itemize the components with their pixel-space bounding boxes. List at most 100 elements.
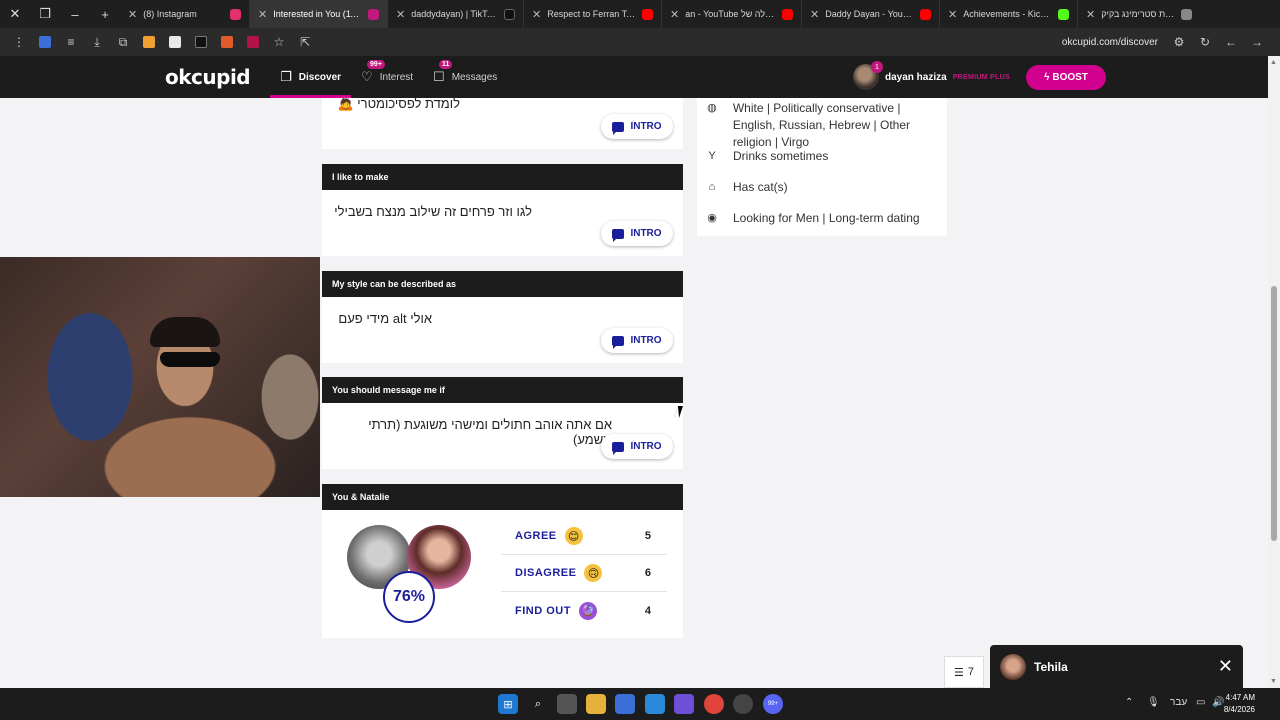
detail-text: Looking for Men | Long-term dating bbox=[733, 211, 920, 225]
close-tab-icon[interactable]: ✕ bbox=[396, 8, 405, 21]
extension-icon[interactable] bbox=[190, 31, 212, 53]
agree-label: AGREE bbox=[515, 530, 557, 542]
browser-tab[interactable]: ✕ Daddy Dayan - YouTube bbox=[802, 0, 940, 28]
download-icon[interactable]: ⤓ bbox=[86, 31, 108, 53]
extension-icon[interactable] bbox=[164, 31, 186, 53]
address-bar[interactable]: okcupid.com/discover bbox=[1062, 37, 1158, 48]
extension-icon[interactable] bbox=[34, 31, 56, 53]
nav-label: Interest bbox=[379, 71, 414, 83]
obs-icon[interactable] bbox=[733, 694, 753, 714]
minimize-icon[interactable]: – bbox=[60, 0, 90, 28]
browser-tab[interactable]: ✕ התחלת סטרימינג בקיק bbox=[1078, 0, 1200, 28]
disagree-label: DISAGREE bbox=[515, 567, 577, 579]
chat-window-header[interactable]: Tehila ✕ bbox=[990, 645, 1243, 688]
close-tab-icon[interactable]: ✕ bbox=[532, 8, 541, 21]
user-profile-menu[interactable]: 1 dayan haziza PREMIUM PLUS bbox=[853, 61, 1010, 90]
find-out-row[interactable]: FIND OUT 🔮 4 bbox=[501, 592, 667, 629]
close-tab-icon[interactable]: ✕ bbox=[1086, 8, 1095, 21]
tray-chevron-icon[interactable]: ⌃ bbox=[1125, 697, 1133, 708]
network-icon[interactable]: ▭ bbox=[1196, 697, 1205, 708]
disagree-row[interactable]: DISAGREE 🙃 6 bbox=[501, 555, 667, 592]
browser-tab[interactable]: ✕ daddydayan) | TikTok(65) bbox=[388, 0, 524, 28]
back-icon[interactable]: ← bbox=[1220, 31, 1242, 53]
photos-icon[interactable] bbox=[645, 694, 665, 714]
scroll-thumb[interactable] bbox=[1271, 286, 1277, 541]
avatar[interactable]: 1 bbox=[853, 61, 883, 90]
browser-tab[interactable]: ✕ Respect to Ferran Torres bbox=[524, 0, 662, 28]
close-tab-icon[interactable]: ✕ bbox=[128, 8, 137, 21]
youtube-icon bbox=[642, 8, 653, 20]
menu-icon[interactable]: ⋮ bbox=[8, 31, 30, 53]
close-icon[interactable]: ✕ bbox=[1218, 656, 1233, 677]
close-tab-icon[interactable]: ✕ bbox=[258, 8, 267, 21]
nav-label: Messages bbox=[451, 71, 498, 83]
playlist-icon[interactable]: ≡ bbox=[60, 31, 82, 53]
layers-icon: ❐ bbox=[280, 69, 292, 84]
restore-icon[interactable]: ❐ bbox=[30, 0, 60, 28]
eye-icon: ◉ bbox=[707, 212, 717, 224]
forward-icon[interactable]: → bbox=[1246, 31, 1268, 53]
discord-icon[interactable]: 99+ bbox=[763, 694, 783, 714]
puzzle-icon[interactable]: ⧉ bbox=[112, 31, 134, 53]
extension-icon[interactable] bbox=[242, 31, 264, 53]
start-icon[interactable]: ⊞ bbox=[498, 694, 518, 714]
page-scrollbar[interactable]: ▲ ▼ bbox=[1268, 56, 1280, 688]
intro-button[interactable]: INTRO bbox=[601, 114, 673, 139]
bookmark-star-icon[interactable]: ☆ bbox=[268, 31, 290, 53]
microphone-icon[interactable]: 🎙 bbox=[1147, 697, 1160, 708]
heart-icon: ♡ 99+ bbox=[361, 60, 385, 85]
intro-button[interactable]: INTRO bbox=[601, 434, 673, 459]
intro-button[interactable]: INTRO bbox=[601, 328, 673, 353]
app-icon[interactable] bbox=[674, 694, 694, 714]
interest-badge: 99+ bbox=[367, 60, 385, 69]
essay-text: אם אתה אוהב חתולים ומישהי משוגעת (תרתי מ… bbox=[368, 417, 612, 447]
browser-tab[interactable]: ✕ Achievements - Kick Dash bbox=[940, 0, 1078, 28]
premium-badge: PREMIUM PLUS bbox=[952, 73, 1010, 81]
browser-tab-active[interactable]: ✕ Interested in You (112) | O bbox=[250, 0, 388, 28]
match-card: You & Natalie 76% AGREE 😊 5 DISAGREE 🙃 6… bbox=[322, 484, 683, 638]
extension-icon[interactable] bbox=[138, 31, 160, 53]
disagree-count: 6 bbox=[644, 567, 651, 579]
tab-title: (8) Instagram bbox=[143, 9, 197, 19]
system-clock[interactable]: 4:47 AM 8/4/2026 bbox=[1224, 692, 1255, 716]
site-settings-icon[interactable]: ⚙ bbox=[1168, 31, 1190, 53]
nav-discover[interactable]: ❐ Discover bbox=[270, 56, 351, 98]
extension-icon[interactable] bbox=[216, 31, 238, 53]
avatar[interactable] bbox=[1000, 653, 1026, 680]
find-out-label: FIND OUT bbox=[515, 604, 571, 617]
task-view-icon[interactable] bbox=[557, 694, 577, 714]
store-icon[interactable] bbox=[615, 694, 635, 714]
browser-tab[interactable]: ✕ (8) Instagram bbox=[120, 0, 250, 28]
find-out-count: 4 bbox=[644, 604, 651, 617]
language-indicator[interactable]: עבר bbox=[1170, 697, 1187, 708]
crystal-ball-icon: 🔮 bbox=[578, 601, 597, 620]
new-tab-icon[interactable]: + bbox=[90, 0, 120, 28]
boost-button[interactable]: ϟ BOOST bbox=[1026, 65, 1106, 90]
close-tab-icon[interactable]: ✕ bbox=[948, 8, 957, 21]
browser-tab[interactable]: ✕ an - YouTube הקהילה של bbox=[662, 0, 802, 28]
tiktok-icon bbox=[504, 8, 515, 20]
nav-interest[interactable]: ♡ 99+ Interest bbox=[351, 56, 423, 98]
messages-widget-button[interactable]: ☰ 7 bbox=[944, 656, 984, 688]
file-explorer-icon[interactable] bbox=[586, 694, 606, 714]
nav-messages[interactable]: ☐ 11 Messages bbox=[423, 56, 507, 98]
tab-title: Achievements - Kick Dash bbox=[963, 9, 1052, 19]
volume-icon[interactable]: 🔊 bbox=[1212, 697, 1224, 708]
close-window-icon[interactable]: ✕ bbox=[0, 0, 30, 28]
chrome-icon[interactable] bbox=[704, 694, 724, 714]
scroll-up-icon[interactable]: ▲ bbox=[1270, 59, 1277, 66]
profile-details-panel: ◍ White | Politically conservative | Eng… bbox=[697, 98, 947, 236]
instagram-icon bbox=[230, 8, 241, 20]
close-tab-icon[interactable]: ✕ bbox=[670, 8, 679, 21]
reload-icon[interactable]: ↻ bbox=[1194, 31, 1216, 53]
okcupid-logo[interactable]: okcupid bbox=[165, 65, 251, 89]
share-icon[interactable]: ⇱ bbox=[294, 31, 316, 53]
close-tab-icon[interactable]: ✕ bbox=[810, 8, 819, 21]
detail-row: ◍ White | Politically conservative | Eng… bbox=[705, 100, 940, 151]
search-icon[interactable]: ⌕ bbox=[528, 694, 548, 714]
agree-row[interactable]: AGREE 😊 5 bbox=[501, 518, 667, 555]
intro-button[interactable]: INTRO bbox=[601, 221, 673, 246]
scroll-down-icon[interactable]: ▼ bbox=[1270, 678, 1277, 685]
essay-text: אולי alt מידי פעם bbox=[338, 311, 432, 326]
tab-title: התחלת סטרימינג בקיק bbox=[1101, 9, 1175, 19]
